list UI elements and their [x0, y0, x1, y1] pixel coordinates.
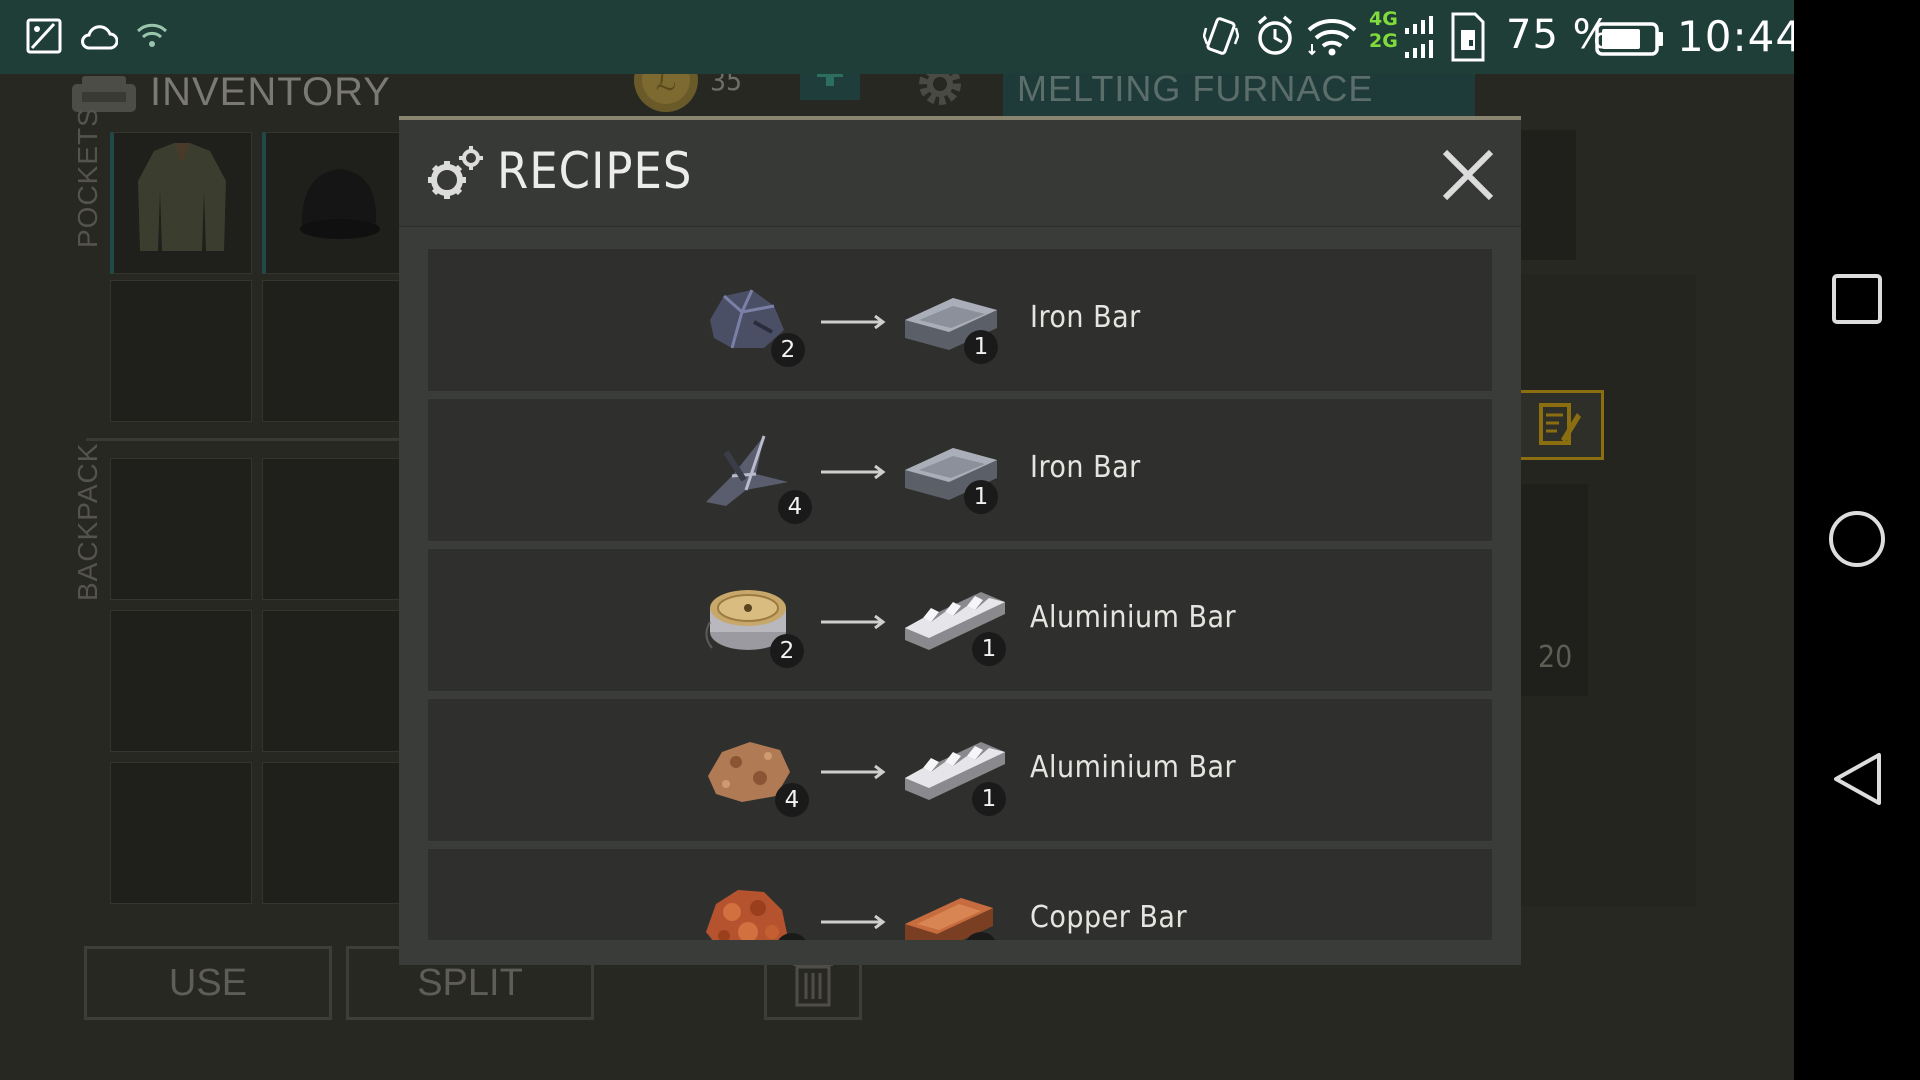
inventory-slot[interactable] [110, 280, 252, 422]
recipe-row[interactable]: 2 1 Iron Bar [427, 248, 1493, 392]
home-button[interactable] [1824, 506, 1890, 572]
cloud-icon [80, 24, 119, 54]
battery-icon [1595, 22, 1665, 60]
copper-ore-icon [702, 882, 792, 940]
settings-gear-icon[interactable] [912, 74, 968, 116]
inventory-title: INVENTORY [150, 74, 391, 114]
section-divider [86, 438, 406, 441]
copper-bar-icon [901, 884, 1001, 940]
gears-icon [425, 144, 485, 206]
inventory-slot[interactable] [262, 132, 404, 274]
add-coins-button[interactable] [800, 74, 860, 100]
quantity-badge: 1 [972, 632, 1006, 666]
notepad-pencil-icon [1539, 403, 1581, 445]
inventory-slot[interactable] [262, 458, 404, 600]
inventory-slot[interactable] [110, 458, 252, 600]
image-notification-icon [26, 18, 62, 58]
network-type-label: 4G 2G [1369, 8, 1398, 52]
signal-strength-icon [1397, 14, 1439, 64]
wifi-hotspot-icon [135, 22, 169, 54]
inventory-slot[interactable] [262, 280, 404, 422]
back-button[interactable] [1824, 746, 1890, 812]
dialog-title: RECIPES [497, 142, 693, 200]
alarm-icon [1255, 15, 1295, 61]
quantity-badge: 4 [778, 490, 812, 524]
vibrate-icon [1202, 14, 1240, 62]
jacket-icon [138, 143, 226, 251]
arrow-right-icon [821, 464, 887, 480]
inventory-slot[interactable] [110, 762, 252, 904]
backpack-label: BACKPACK [72, 442, 103, 601]
trash-icon [793, 961, 833, 1007]
recipe-name: Iron Bar [1030, 450, 1141, 485]
recipe-name: Aluminium Bar [1030, 750, 1237, 785]
inventory-slot[interactable] [262, 610, 404, 752]
recipe-name: Iron Bar [1030, 300, 1141, 335]
close-button[interactable] [1439, 146, 1497, 204]
inventory-slot[interactable] [110, 610, 252, 752]
coin-icon: ℒ [632, 74, 700, 118]
status-bar: 4G 2G 75 % 10:44 [0, 0, 1802, 74]
recipe-list[interactable]: 2 1 Iron Bar 4 1 Iron Bar 2 1 Aluminium … [427, 248, 1493, 940]
furnace-title-bar: MELTING FURNACE [1003, 74, 1475, 116]
recipe-name: Copper Bar [1030, 900, 1188, 935]
triangle-back-icon [1834, 753, 1881, 805]
recipe-row[interactable]: 4 1 Iron Bar [427, 398, 1493, 542]
quantity-badge: 1 [964, 480, 998, 514]
arrow-right-icon [821, 914, 887, 930]
recipe-row[interactable]: 2 1 Aluminium Bar [427, 548, 1493, 692]
recipes-dialog: RECIPES 2 1 Iron Bar 4 1 Iron Bar 2 1 Al… [399, 116, 1521, 965]
plus-icon [817, 74, 843, 86]
recipe-row[interactable]: 4 1 Aluminium Bar [427, 698, 1493, 842]
sim-card-icon [1449, 12, 1487, 66]
recipe-name: Aluminium Bar [1030, 600, 1237, 635]
arrow-right-icon [821, 314, 887, 330]
coin-count: 35 [710, 74, 743, 97]
quantity-badge: 2 [770, 634, 804, 668]
beanie-icon [300, 169, 380, 239]
use-button[interactable]: USE [84, 946, 332, 1020]
inventory-slot[interactable] [110, 132, 252, 274]
arrow-right-icon [821, 764, 887, 780]
stack-count: 20 [1538, 640, 1573, 675]
inventory-slot[interactable] [262, 762, 404, 904]
edit-recipe-button[interactable] [1510, 390, 1604, 460]
quantity-badge: 4 [775, 783, 809, 817]
recipe-row[interactable]: Copper Bar [427, 848, 1493, 940]
pockets-label: POCKETS [72, 107, 103, 248]
quantity-badge: 2 [771, 333, 805, 367]
system-nav-bar [1794, 0, 1920, 1080]
arrow-right-icon [821, 614, 887, 630]
clock-time: 10:44 [1677, 12, 1804, 61]
quantity-badge: 1 [972, 782, 1006, 816]
recents-button[interactable] [1824, 266, 1890, 332]
scrap-metal-icon [702, 432, 792, 508]
wifi-icon [1306, 18, 1358, 60]
furnace-title: MELTING FURNACE [1017, 74, 1374, 109]
square-icon [1832, 274, 1882, 324]
close-icon [1442, 149, 1494, 201]
quantity-badge: 1 [964, 330, 998, 364]
circle-icon [1829, 511, 1885, 567]
dialog-header: RECIPES [399, 120, 1521, 227]
svg-text:ℒ: ℒ [656, 74, 676, 97]
